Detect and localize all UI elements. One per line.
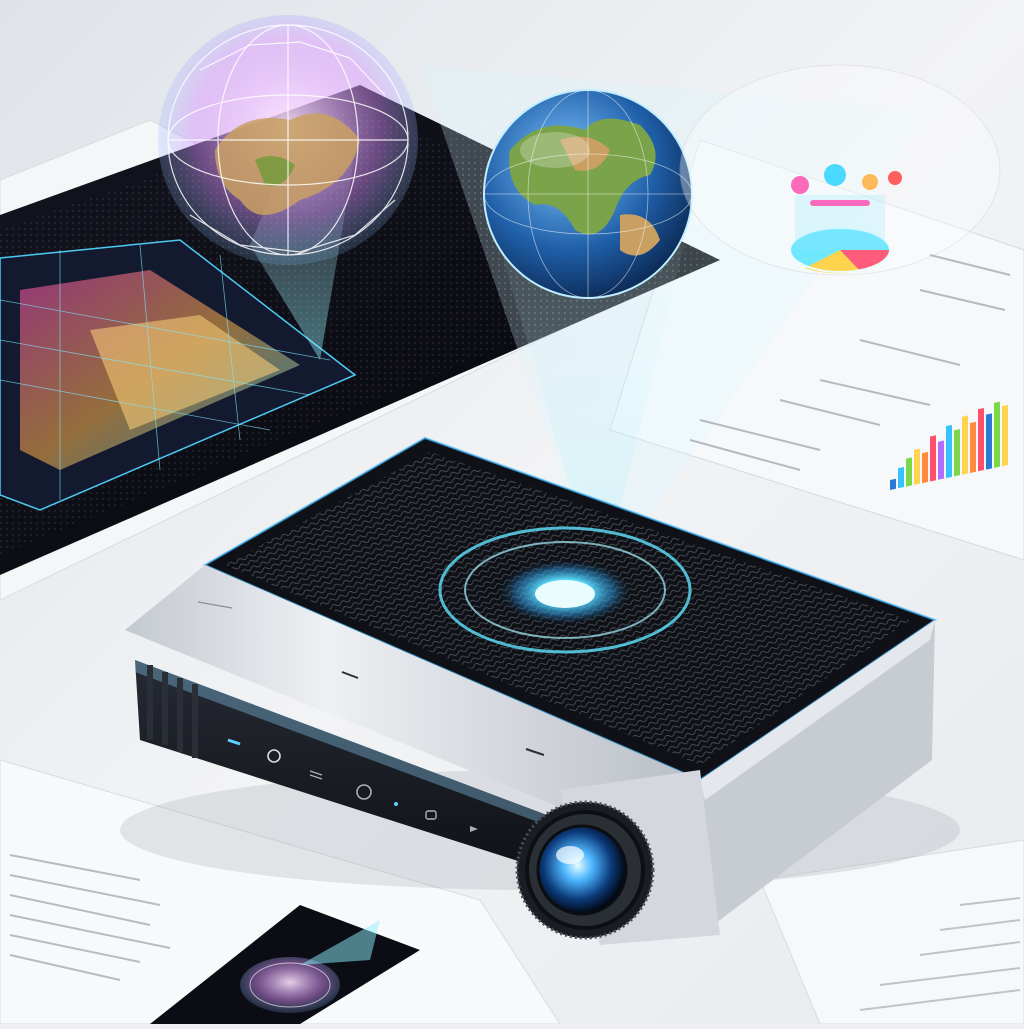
- globe-hologram-icon: [158, 15, 418, 265]
- earth-globe: [483, 89, 693, 299]
- pie-chart-hologram-icon: [679, 64, 1001, 276]
- scene-illustration: [0, 0, 1024, 1025]
- projector-hologram-scene: [0, 0, 1024, 1025]
